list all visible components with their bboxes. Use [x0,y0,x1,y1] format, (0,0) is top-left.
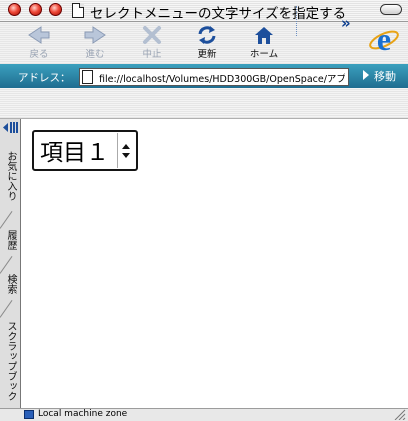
resize-grip-icon[interactable] [394,409,406,420]
forward-arrow-icon [84,26,106,44]
forward-button[interactable]: 進む [75,24,115,62]
refresh-icon [198,26,216,44]
forward-label: 進む [85,49,105,60]
go-button[interactable]: 移動 [374,68,396,84]
page-icon [82,70,93,84]
toolbar-overflow-button[interactable]: » [341,14,351,32]
stop-button[interactable]: 中止 [132,24,172,62]
select-divider [117,133,118,168]
home-icon [255,27,273,44]
sidebar-tab-favorites[interactable]: お気に入り [0,145,20,207]
favorites-bar [0,88,408,119]
toolbar-toggle-button[interactable] [380,4,402,15]
refresh-label: 更新 [197,49,217,60]
status-zone-text: Local machine zone [38,409,128,419]
sidebar-tab-history[interactable]: 履歴 [0,226,20,254]
sidebar-tab-search[interactable]: 検索 [0,270,20,298]
minimize-window-button[interactable] [29,3,42,16]
go-arrow-icon [363,70,369,80]
back-label: 戻る [29,49,49,60]
address-label: アドレス： [18,72,71,84]
window-title: セレクトメニューの文字サイズを指定する [90,6,347,22]
back-button[interactable]: 戻る [19,24,59,62]
svg-text:e: e [377,22,391,56]
stop-label: 中止 [142,49,162,60]
home-label: ホーム [249,49,279,60]
sidebar-toggle-icon[interactable] [2,121,19,134]
sidebar-tab-scrapbook[interactable]: スクラップブック [0,318,20,404]
document-icon [72,3,84,18]
close-window-button[interactable] [8,3,21,16]
home-button[interactable]: ホーム [244,24,284,62]
zone-computer-icon [24,410,34,419]
select-selected-value: 項目１ [40,140,109,166]
stop-x-icon [143,26,161,44]
internet-explorer-logo-icon: e [369,22,399,56]
toolbar-separator [296,6,297,36]
select-updown-icon [122,144,130,158]
back-arrow-icon [28,26,50,44]
refresh-button[interactable]: 更新 [187,24,227,62]
address-url-text[interactable]: file://localhost/Volumes/HDD300GB/OpenSp… [99,71,345,85]
zoom-window-button[interactable] [49,3,62,16]
